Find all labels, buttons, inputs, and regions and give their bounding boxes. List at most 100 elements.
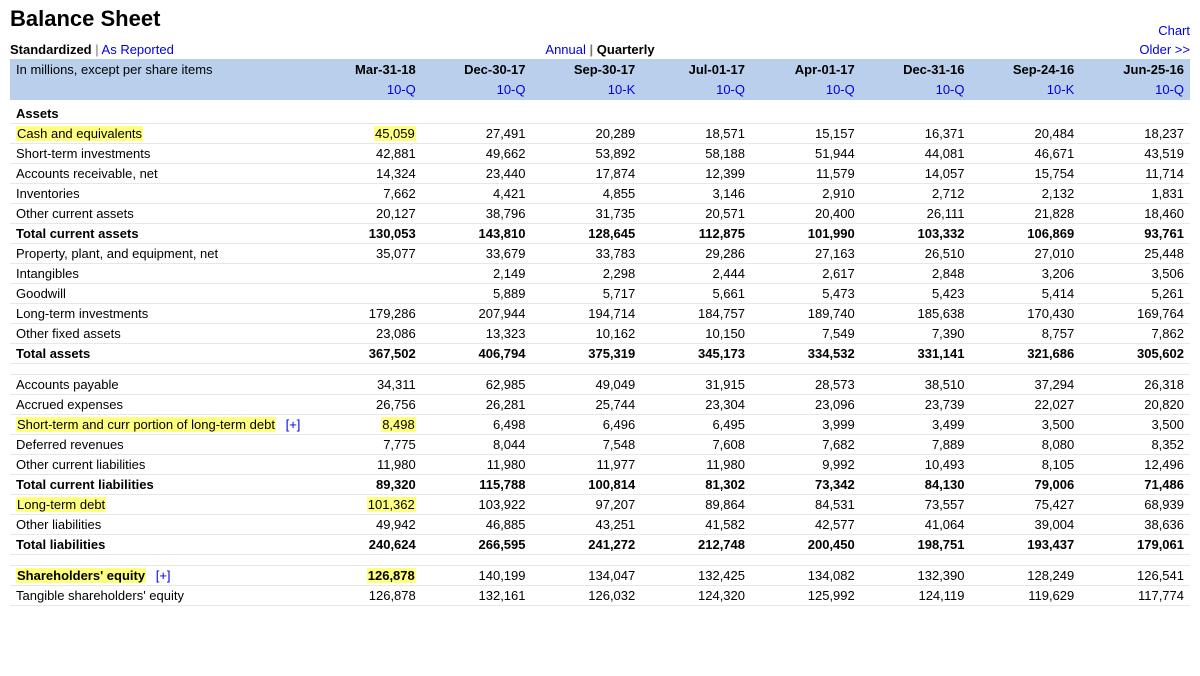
cell-value: 26,111 — [861, 204, 971, 224]
cell-value: 27,163 — [751, 244, 861, 264]
cell-value: 207,944 — [422, 304, 532, 324]
cell-value: 8,105 — [971, 455, 1081, 475]
cell-value: 25,448 — [1080, 244, 1190, 264]
table-row: Goodwill5,8895,7175,6615,4735,4235,4145,… — [10, 284, 1190, 304]
cell-value: 43,251 — [532, 515, 642, 535]
cell-value: 198,751 — [861, 535, 971, 555]
cell-value: 2,132 — [971, 184, 1081, 204]
cell-value: 14,324 — [312, 164, 422, 184]
cell-value: 5,423 — [861, 284, 971, 304]
table-row: Other current liabilities11,98011,98011,… — [10, 455, 1190, 475]
row-label: Other current liabilities — [10, 455, 312, 475]
cell-value: 38,510 — [861, 375, 971, 395]
cell-value: 84,531 — [751, 495, 861, 515]
cell-value: 3,506 — [1080, 264, 1190, 284]
cell-value: 51,944 — [751, 144, 861, 164]
cell-value: 5,261 — [1080, 284, 1190, 304]
period-annual[interactable]: Annual — [545, 42, 585, 57]
row-label: Short-term and curr portion of long-term… — [10, 415, 312, 435]
cell-value: 132,390 — [861, 566, 971, 586]
cell-value: 406,794 — [422, 344, 532, 364]
period-quarterly[interactable]: Quarterly — [597, 42, 655, 57]
cell-value: 7,390 — [861, 324, 971, 344]
table-row: Property, plant, and equipment, net35,07… — [10, 244, 1190, 264]
cell-value: 3,206 — [971, 264, 1081, 284]
cell-value: 15,157 — [751, 124, 861, 144]
cell-value: 375,319 — [532, 344, 642, 364]
expand-toggle[interactable]: [+] — [286, 417, 301, 432]
cell-value: 4,855 — [532, 184, 642, 204]
cell-value: 8,352 — [1080, 435, 1190, 455]
cell-value: 93,761 — [1080, 224, 1190, 244]
cell-value: 132,161 — [422, 586, 532, 606]
cell-value: 71,486 — [1080, 475, 1190, 495]
table-row: Inventories7,6624,4214,8553,1462,9102,71… — [10, 184, 1190, 204]
row-label: Deferred revenues — [10, 435, 312, 455]
cell-value: 128,645 — [532, 224, 642, 244]
cell-value: 2,712 — [861, 184, 971, 204]
cell-value: 101,990 — [751, 224, 861, 244]
cell-value: 17,874 — [532, 164, 642, 184]
period-header: Sep-24-16 — [971, 59, 1081, 80]
cell-value: 2,617 — [751, 264, 861, 284]
cell-value: 26,510 — [861, 244, 971, 264]
cell-value — [312, 264, 422, 284]
cell-value: 1,831 — [1080, 184, 1190, 204]
filing-link[interactable]: 10-Q — [751, 80, 861, 100]
cell-value: 193,437 — [971, 535, 1081, 555]
cell-value: 43,519 — [1080, 144, 1190, 164]
filing-link[interactable]: 10-Q — [312, 80, 422, 100]
row-label: Accounts payable — [10, 375, 312, 395]
cell-value: 8,498 — [312, 415, 422, 435]
filing-link[interactable]: 10-K — [971, 80, 1081, 100]
period-header: Dec-31-16 — [861, 59, 971, 80]
cell-value: 7,662 — [312, 184, 422, 204]
cell-value: 189,740 — [751, 304, 861, 324]
filing-link[interactable]: 10-K — [532, 80, 642, 100]
cell-value: 240,624 — [312, 535, 422, 555]
row-label: Other fixed assets — [10, 324, 312, 344]
row-label: Accounts receivable, net — [10, 164, 312, 184]
cell-value: 194,714 — [532, 304, 642, 324]
table-row: Deferred revenues7,7758,0447,5487,6087,6… — [10, 435, 1190, 455]
filing-link[interactable]: 10-Q — [1080, 80, 1190, 100]
table-row: Short-term and curr portion of long-term… — [10, 415, 1190, 435]
cell-value: 18,237 — [1080, 124, 1190, 144]
cell-value: 8,044 — [422, 435, 532, 455]
view-standardized[interactable]: Standardized — [10, 42, 92, 57]
cell-value: 6,495 — [641, 415, 751, 435]
table-row: Total current liabilities89,320115,78810… — [10, 475, 1190, 495]
cell-value: 73,342 — [751, 475, 861, 495]
cell-value: 49,942 — [312, 515, 422, 535]
filing-link[interactable]: 10-Q — [641, 80, 751, 100]
table-row: Total assets367,502406,794375,319345,173… — [10, 344, 1190, 364]
row-label: Short-term investments — [10, 144, 312, 164]
cell-value: 42,881 — [312, 144, 422, 164]
cell-value: 179,286 — [312, 304, 422, 324]
cell-value: 27,491 — [422, 124, 532, 144]
cell-value: 9,992 — [751, 455, 861, 475]
period-header: Mar-31-18 — [312, 59, 422, 80]
filing-link[interactable]: 10-Q — [422, 80, 532, 100]
cell-value: 84,130 — [861, 475, 971, 495]
row-label: Accrued expenses — [10, 395, 312, 415]
table-row: Other fixed assets23,08613,32310,16210,1… — [10, 324, 1190, 344]
cell-value: 2,444 — [641, 264, 751, 284]
table-row: Tangible shareholders' equity126,878132,… — [10, 586, 1190, 606]
cell-value: 39,004 — [971, 515, 1081, 535]
row-label: Property, plant, and equipment, net — [10, 244, 312, 264]
cell-value: 81,302 — [641, 475, 751, 495]
cell-value: 334,532 — [751, 344, 861, 364]
filing-link[interactable]: 10-Q — [861, 80, 971, 100]
table-row: Accrued expenses26,75626,28125,74423,304… — [10, 395, 1190, 415]
cell-value: 140,199 — [422, 566, 532, 586]
expand-toggle[interactable]: [+] — [156, 568, 171, 583]
cell-value: 11,980 — [422, 455, 532, 475]
cell-value: 14,057 — [861, 164, 971, 184]
cell-value: 11,977 — [532, 455, 642, 475]
period-header: Dec-30-17 — [422, 59, 532, 80]
chart-link[interactable]: Chart — [1158, 23, 1190, 38]
older-link[interactable]: Older >> — [1139, 42, 1190, 57]
view-as-reported[interactable]: As Reported — [102, 42, 174, 57]
row-label: Total current liabilities — [10, 475, 312, 495]
